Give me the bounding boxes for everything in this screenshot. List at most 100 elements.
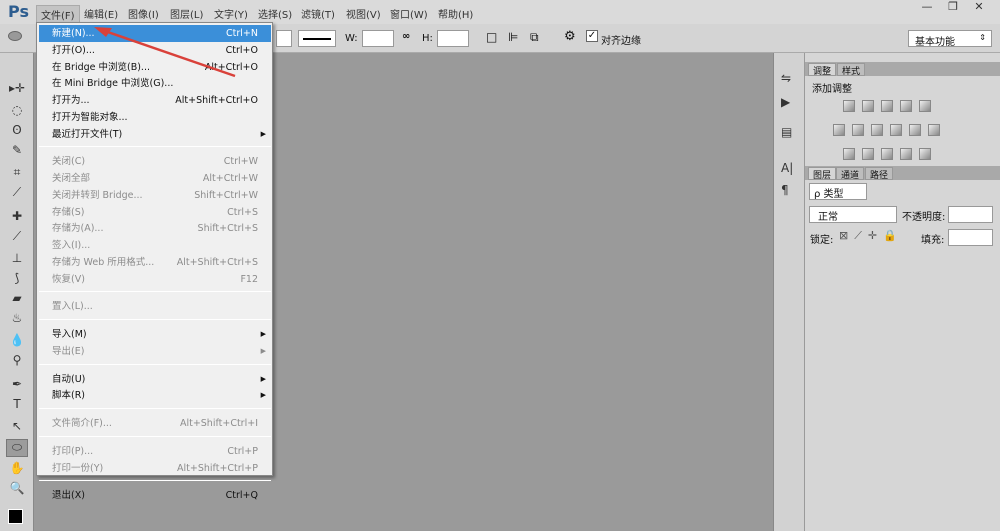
adjustment-icon[interactable] xyxy=(900,100,912,112)
path-arrangement-icon[interactable]: ⧉ xyxy=(530,30,539,45)
width-input[interactable] xyxy=(362,30,394,47)
adjustment-icon[interactable] xyxy=(919,100,931,112)
tab-adjustments[interactable]: 调整 xyxy=(808,63,837,77)
adjustment-icon[interactable] xyxy=(928,124,940,136)
ellipse-tool-icon[interactable] xyxy=(8,31,22,41)
stroke-size-dropdown[interactable] xyxy=(276,30,292,47)
menu-item[interactable]: 打开为... Alt+Shift+Ctrl+O xyxy=(39,92,271,109)
crop-tool-icon[interactable]: ⌗ xyxy=(6,165,28,183)
menu-separator xyxy=(39,146,271,148)
menu-item[interactable]: 退出(X) Ctrl+Q xyxy=(39,487,271,504)
foreground-color-swatch[interactable] xyxy=(8,509,23,524)
tab-layers[interactable]: 图层 xyxy=(808,167,837,181)
menu-7[interactable]: 视图(V) xyxy=(342,5,385,22)
adjustment-icon[interactable] xyxy=(890,124,902,136)
menu-item[interactable]: 打印(P)... Ctrl+P xyxy=(39,443,271,460)
type-tool-icon[interactable]: T xyxy=(6,397,28,415)
menu-item[interactable]: 自动(U) ▶ xyxy=(39,371,271,388)
adjustment-icon[interactable] xyxy=(881,100,893,112)
hand-tool-icon[interactable]: ✋ xyxy=(6,461,28,479)
actions-icon[interactable]: ▶ xyxy=(781,95,790,109)
blend-mode-dropdown[interactable]: 正常 xyxy=(809,206,897,223)
close-button[interactable]: ✕ xyxy=(966,0,992,16)
menu-item[interactable]: 关闭(C) Ctrl+W xyxy=(39,153,271,170)
paragraph-icon[interactable]: ¶ xyxy=(781,183,789,197)
menu-item[interactable]: 脚本(R) ▶ xyxy=(39,387,271,404)
menu-1[interactable]: 编辑(E) xyxy=(80,5,122,22)
adjustment-icon[interactable] xyxy=(862,100,874,112)
restore-button[interactable]: ❐ xyxy=(940,0,966,16)
stamp-tool-icon[interactable]: ⊥ xyxy=(6,251,28,269)
adjustment-icon[interactable] xyxy=(909,124,921,136)
menu-4[interactable]: 文字(Y) xyxy=(210,5,252,22)
opacity-input[interactable] xyxy=(948,206,993,223)
fill-input[interactable] xyxy=(948,229,993,246)
menu-item[interactable]: 存储为 Web 所用格式... Alt+Shift+Ctrl+S xyxy=(39,254,271,271)
minimize-button[interactable]: — xyxy=(914,0,940,16)
adjustment-icon[interactable] xyxy=(919,148,931,160)
tab-styles[interactable]: 样式 xyxy=(837,63,866,77)
menu-5[interactable]: 选择(S) xyxy=(254,5,296,22)
character-icon[interactable]: A| xyxy=(781,161,793,175)
tab-paths[interactable]: 路径 xyxy=(865,167,894,181)
layer-filter-dropdown[interactable]: ρ 类型 xyxy=(809,183,867,200)
menu-item[interactable]: 导入(M) ▶ xyxy=(39,326,271,343)
adjustment-icon[interactable] xyxy=(843,100,855,112)
zoom-tool-icon[interactable]: 🔍 xyxy=(6,481,28,499)
tab-channels[interactable]: 通道 xyxy=(836,167,865,181)
dodge-tool-icon[interactable]: ⚲ xyxy=(6,353,28,371)
adjustment-icon[interactable] xyxy=(871,124,883,136)
adjustment-icon[interactable] xyxy=(881,148,893,160)
menu-separator xyxy=(39,363,271,365)
menu-item[interactable]: 恢复(V) F12 xyxy=(39,271,271,288)
path-select-tool-icon[interactable]: ↖ xyxy=(6,419,28,437)
ellipse-shape-tool-icon[interactable]: ⬭ xyxy=(6,439,28,457)
path-operations-icon[interactable]: □ xyxy=(486,30,497,44)
menu-2[interactable]: 图像(I) xyxy=(124,5,163,22)
menu-item[interactable]: 置入(L)... xyxy=(39,298,271,315)
align-edges-checkbox[interactable]: ✓ xyxy=(586,30,598,42)
brush-tool-icon[interactable]: ⟋ xyxy=(6,229,28,247)
move-tool-icon[interactable]: ▸✛ xyxy=(6,81,28,99)
lock-icons[interactable]: ⊠⟋✛🔒 xyxy=(839,229,903,243)
menu-item[interactable]: 最近打开文件(T) ▶ xyxy=(39,126,271,143)
workspace-dropdown[interactable]: 基本功能 ⇕ xyxy=(908,30,992,48)
lasso-tool-icon[interactable]: ʘ xyxy=(6,123,28,141)
blur-tool-icon[interactable]: 💧 xyxy=(6,333,28,351)
menu-item[interactable]: 签入(I)... xyxy=(39,237,271,254)
eyedropper-tool-icon[interactable]: ⟋ xyxy=(6,185,28,203)
history-brush-tool-icon[interactable]: ⟆ xyxy=(6,271,28,289)
height-input[interactable] xyxy=(437,30,469,47)
eraser-tool-icon[interactable]: ▰ xyxy=(6,291,28,309)
path-alignment-icon[interactable]: ⊫ xyxy=(508,30,518,44)
marquee-ellipse-tool-icon[interactable]: ◌ xyxy=(6,103,28,121)
menu-item[interactable]: 文件简介(F)... Alt+Shift+Ctrl+I xyxy=(39,415,271,432)
adjustment-icon[interactable] xyxy=(833,124,845,136)
pen-tool-icon[interactable]: ✒ xyxy=(6,377,28,395)
menu-8[interactable]: 窗口(W) xyxy=(386,5,432,22)
menu-item-label: 关闭(C) xyxy=(52,156,86,168)
adjustment-icon[interactable] xyxy=(843,148,855,160)
adjustment-icon[interactable] xyxy=(852,124,864,136)
menu-9[interactable]: 帮助(H) xyxy=(434,5,477,22)
menu-item[interactable]: 存储为(A)... Shift+Ctrl+S xyxy=(39,220,271,237)
healing-tool-icon[interactable]: ✚ xyxy=(6,209,28,227)
stroke-type-dropdown[interactable] xyxy=(298,30,336,47)
menu-6[interactable]: 滤镜(T) xyxy=(297,5,339,22)
menu-3[interactable]: 图层(L) xyxy=(166,5,207,22)
properties-icon[interactable]: ▤ xyxy=(781,125,792,139)
menu-item[interactable]: 关闭并转到 Bridge... Shift+Ctrl+W xyxy=(39,187,271,204)
history-icon[interactable]: ⇋ xyxy=(781,71,791,85)
adjustment-icon[interactable] xyxy=(862,148,874,160)
opacity-label: 不透明度: xyxy=(902,212,946,223)
menu-item[interactable]: 打印一份(Y) Alt+Shift+Ctrl+P xyxy=(39,460,271,477)
menu-item[interactable]: 导出(E) ▶ xyxy=(39,343,271,360)
link-icon[interactable]: ∞ xyxy=(402,31,410,42)
menu-item[interactable]: 存储(S) Ctrl+S xyxy=(39,204,271,221)
paint-bucket-tool-icon[interactable]: ♨ xyxy=(6,311,28,329)
gear-icon[interactable]: ⚙ xyxy=(564,29,576,44)
menu-item[interactable]: 关闭全部 Alt+Ctrl+W xyxy=(39,170,271,187)
adjustment-icon[interactable] xyxy=(900,148,912,160)
menu-item[interactable]: 打开为智能对象... xyxy=(39,109,271,126)
quick-select-tool-icon[interactable]: ✎ xyxy=(6,143,28,161)
